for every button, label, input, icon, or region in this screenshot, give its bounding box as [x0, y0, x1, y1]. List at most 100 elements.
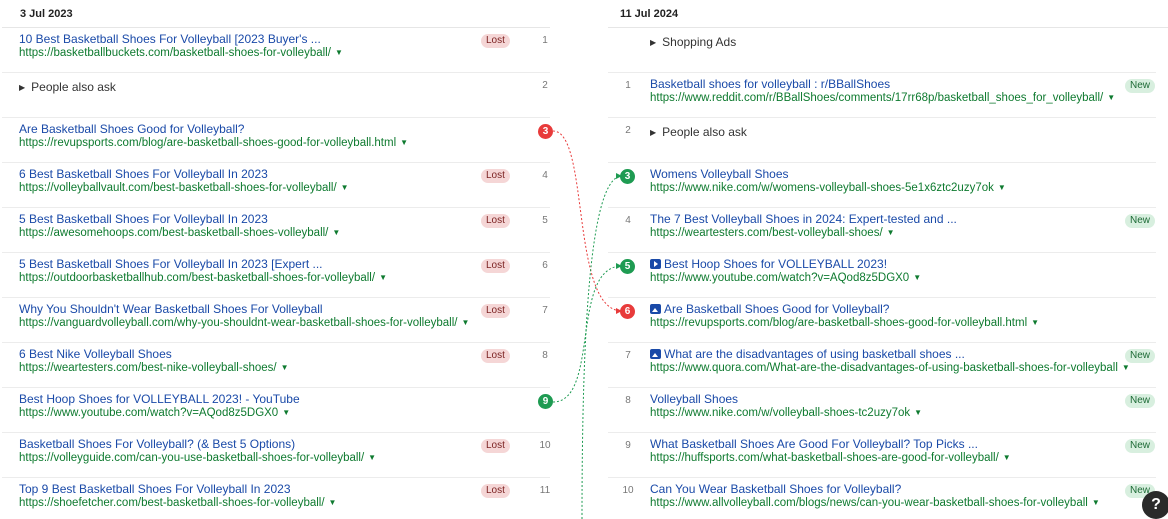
- result-url[interactable]: https://www.reddit.com/r/BBallShoes/comm…: [650, 92, 1115, 104]
- serp-column-2024: 11 Jul 2024 ▶ Shopping Ads Basketball shoe…: [608, 0, 1168, 509]
- dropdown-caret-icon[interactable]: ▼: [282, 408, 290, 417]
- result-row: The 7 Best Volleyball Shoes in 2024: Exp…: [608, 208, 1156, 253]
- result-row: Top 9 Best Basketball Shoes For Volleyba…: [2, 478, 550, 519]
- result-url-text: https://volleyballvault.com/best-basketb…: [19, 182, 337, 194]
- lost-badge: Lost: [481, 169, 510, 183]
- serp-feature[interactable]: ▶ People also ask: [19, 80, 116, 94]
- new-badge: New: [1125, 439, 1156, 453]
- dropdown-caret-icon[interactable]: ▼: [1092, 498, 1100, 507]
- dropdown-caret-icon[interactable]: ▼: [332, 228, 340, 237]
- dropdown-caret-icon[interactable]: ▼: [1122, 363, 1130, 372]
- result-title-link[interactable]: Why You Shouldn't Wear Basketball Shoes …: [19, 302, 323, 316]
- result-title-link[interactable]: The 7 Best Volleyball Shoes in 2024: Exp…: [650, 212, 957, 226]
- result-url[interactable]: https://outdoorbasketballhub.com/best-ba…: [19, 272, 387, 284]
- result-row: Are Basketball Shoes Good for Volleyball…: [2, 118, 553, 163]
- dropdown-caret-icon[interactable]: ▼: [400, 138, 408, 147]
- serp-feature[interactable]: ▶ Shopping Ads: [650, 35, 736, 49]
- result-title-link[interactable]: Basketball shoes for volleyball : r/BBal…: [650, 77, 890, 91]
- result-url[interactable]: https://www.nike.com/w/volleyball-shoes-…: [650, 407, 922, 419]
- dropdown-caret-icon[interactable]: ▼: [335, 48, 343, 57]
- result-url[interactable]: https://volleyguide.com/can-you-use-bask…: [19, 452, 376, 464]
- lost-badge: Lost: [481, 349, 510, 363]
- result-title-link[interactable]: Womens Volleyball Shoes: [650, 167, 789, 181]
- dropdown-caret-icon[interactable]: ▼: [461, 318, 469, 327]
- result-url-text: https://www.nike.com/w/womens-volleyball…: [650, 182, 994, 194]
- result-url-text: https://shoefetcher.com/best-basketball-…: [19, 497, 325, 509]
- dropdown-caret-icon[interactable]: ▼: [281, 363, 289, 372]
- dropdown-caret-icon[interactable]: ▼: [913, 273, 921, 282]
- result-title-text: Volleyball Shoes: [650, 392, 739, 406]
- help-button[interactable]: ?: [1142, 491, 1168, 519]
- result-title-link[interactable]: 10 Best Basketball Shoes For Volleyball …: [19, 32, 321, 46]
- dropdown-caret-icon[interactable]: ▼: [379, 273, 387, 282]
- result-url[interactable]: https://www.quora.com/What-are-the-disad…: [650, 362, 1130, 374]
- position-number: 1: [542, 35, 548, 46]
- result-title-link[interactable]: 5 Best Basketball Shoes For Volleyball I…: [19, 212, 268, 226]
- dropdown-caret-icon[interactable]: ▼: [1003, 453, 1011, 462]
- result-title-text: Why You Shouldn't Wear Basketball Shoes …: [19, 302, 323, 316]
- position-number: 4: [542, 170, 548, 181]
- result-url[interactable]: https://revupsports.com/blog/are-basketb…: [650, 317, 1039, 329]
- result-title-link[interactable]: What Basketball Shoes Are Good For Volle…: [650, 437, 978, 451]
- dropdown-caret-icon[interactable]: ▼: [1031, 318, 1039, 327]
- dropdown-caret-icon[interactable]: ▼: [998, 183, 1006, 192]
- result-url[interactable]: https://basketballbuckets.com/basketball…: [19, 47, 343, 59]
- result-row: 6 Best Basketball Shoes For Volleyball I…: [2, 163, 550, 208]
- result-url[interactable]: https://www.nike.com/w/womens-volleyball…: [650, 182, 1006, 194]
- result-url[interactable]: https://vanguardvolleyball.com/why-you-s…: [19, 317, 469, 329]
- result-title-text: Are Basketball Shoes Good for Volleyball…: [19, 122, 245, 136]
- result-title-text: 6 Best Basketball Shoes For Volleyball I…: [19, 167, 268, 181]
- result-url[interactable]: https://volleyballvault.com/best-basketb…: [19, 182, 349, 194]
- lost-badge: Lost: [481, 214, 510, 228]
- result-title-link[interactable]: Volleyball Shoes: [650, 392, 738, 406]
- result-url[interactable]: https://www.allvolleyball.com/blogs/news…: [650, 497, 1100, 509]
- result-title-text: Basketball Shoes For Volleyball? (& Best…: [19, 437, 296, 451]
- position-number: 1: [625, 80, 631, 91]
- position-number: 10: [622, 485, 634, 496]
- date-header: 3 Jul 2023: [2, 0, 550, 28]
- result-title-text: What Basketball Shoes Are Good For Volle…: [650, 437, 978, 451]
- result-title-link[interactable]: Are Basketball Shoes Good for Volleyball…: [19, 122, 244, 136]
- result-title-link[interactable]: 5 Best Basketball Shoes For Volleyball I…: [19, 257, 323, 271]
- result-title-link[interactable]: Best Hoop Shoes for VOLLEYBALL 2023!: [650, 257, 887, 271]
- result-url[interactable]: https://shoefetcher.com/best-basketball-…: [19, 497, 336, 509]
- dropdown-caret-icon[interactable]: ▼: [914, 408, 922, 417]
- position-number: 10: [539, 440, 551, 451]
- lost-badge: Lost: [481, 259, 510, 273]
- result-url-text: https://www.quora.com/What-are-the-disad…: [650, 362, 1118, 374]
- result-title-link[interactable]: Top 9 Best Basketball Shoes For Volleyba…: [19, 482, 291, 496]
- result-url-text: https://basketballbuckets.com/basketball…: [19, 47, 331, 59]
- dropdown-caret-icon[interactable]: ▼: [341, 183, 349, 192]
- dropdown-caret-icon[interactable]: ▼: [368, 453, 376, 462]
- result-title-text: Best Hoop Shoes for VOLLEYBALL 2023! - Y…: [19, 392, 300, 406]
- result-row: What Basketball Shoes Are Good For Volle…: [608, 433, 1156, 478]
- position-number: 6: [542, 260, 548, 271]
- result-url[interactable]: https://huffsports.com/what-basketball-s…: [650, 452, 1011, 464]
- dropdown-caret-icon[interactable]: ▼: [887, 228, 895, 237]
- position-change-badge: 3: [538, 124, 553, 139]
- serp-feature[interactable]: ▶ People also ask: [650, 125, 747, 139]
- position-number: 2: [542, 80, 548, 91]
- result-url[interactable]: https://revupsports.com/blog/are-basketb…: [19, 137, 408, 149]
- dropdown-caret-icon[interactable]: ▼: [329, 498, 337, 507]
- result-title-link[interactable]: Can You Wear Basketball Shoes for Volley…: [650, 482, 901, 496]
- lost-badge: Lost: [481, 34, 510, 48]
- result-title-link[interactable]: Best Hoop Shoes for VOLLEYBALL 2023! - Y…: [19, 392, 300, 406]
- result-url-text: https://huffsports.com/what-basketball-s…: [650, 452, 999, 464]
- result-title-link[interactable]: Are Basketball Shoes Good for Volleyball…: [650, 302, 889, 316]
- result-url-text: https://awesomehoops.com/best-basketball…: [19, 227, 329, 239]
- expand-triangle-icon: ▶: [650, 38, 657, 47]
- result-url[interactable]: https://weartesters.com/best-volleyball-…: [650, 227, 895, 239]
- dropdown-caret-icon[interactable]: ▼: [1107, 93, 1115, 102]
- result-url[interactable]: https://www.youtube.com/watch?v=AQod8z5D…: [19, 407, 290, 419]
- result-url[interactable]: https://weartesters.com/best-nike-volley…: [19, 362, 289, 374]
- result-url[interactable]: https://www.youtube.com/watch?v=AQod8z5D…: [650, 272, 921, 284]
- result-title-link[interactable]: 6 Best Basketball Shoes For Volleyball I…: [19, 167, 268, 181]
- result-url[interactable]: https://awesomehoops.com/best-basketball…: [19, 227, 340, 239]
- result-title-link[interactable]: Basketball Shoes For Volleyball? (& Best…: [19, 437, 295, 451]
- image-icon: [650, 349, 661, 359]
- result-title-link[interactable]: 6 Best Nike Volleyball Shoes: [19, 347, 172, 361]
- result-title-link[interactable]: What are the disadvantages of using bask…: [650, 347, 965, 361]
- position-number: 7: [542, 305, 548, 316]
- position-number: 11: [539, 485, 551, 496]
